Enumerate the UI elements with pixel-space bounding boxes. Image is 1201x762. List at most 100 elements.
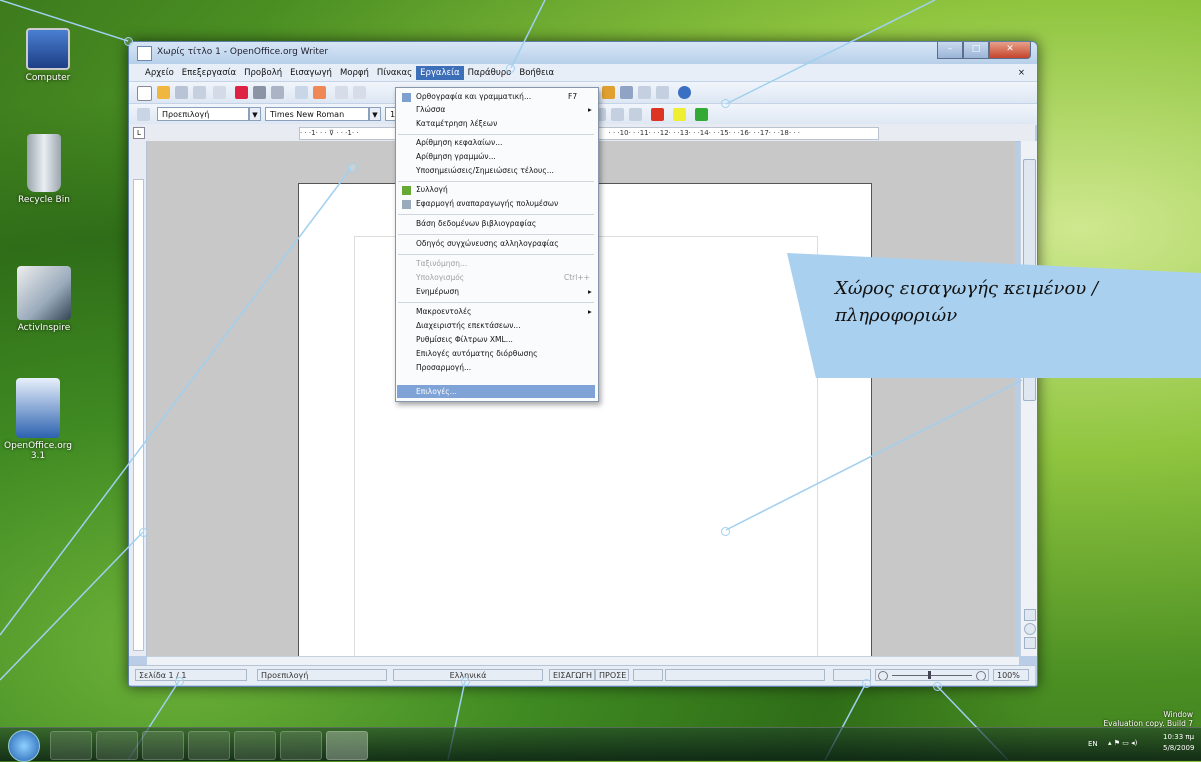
zoom-slider[interactable] (875, 669, 989, 681)
menu-insert[interactable]: Εισαγωγή (286, 66, 336, 80)
zoom-out-icon[interactable] (878, 671, 888, 680)
menu-table[interactable]: Πίνακας (373, 66, 416, 80)
menu-edit[interactable]: Επεξεργασία (178, 66, 240, 80)
menu-item-media-player[interactable]: Εφαρμογή αναπαραγωγής πολυμέσων (416, 199, 558, 208)
desktop-icon-recycle-bin[interactable]: Recycle Bin (6, 134, 82, 205)
language-indicator[interactable]: EN (1088, 740, 1098, 748)
close-document-icon[interactable]: × (1014, 66, 1029, 80)
start-button[interactable] (8, 730, 40, 762)
decrease-indent-icon[interactable] (611, 108, 624, 121)
menu-format[interactable]: Μορφή (336, 66, 373, 80)
menu-item-line-numbering[interactable]: Αρίθμηση γραμμών... (416, 152, 496, 161)
save-icon[interactable] (175, 86, 188, 99)
nonprinting-chars-icon[interactable] (638, 86, 651, 99)
page-style[interactable]: Προεπιλογή (257, 669, 387, 681)
highlight-icon[interactable] (673, 108, 686, 121)
menu-item-macros[interactable]: Μακροεντολές (416, 307, 471, 316)
menu-item-update[interactable]: Ενημέρωση (416, 287, 459, 296)
network-icon[interactable] (188, 731, 230, 760)
pointer-dot (461, 677, 470, 686)
background-color-icon[interactable] (695, 108, 708, 121)
submenu-arrow-icon: ▸ (588, 307, 592, 316)
menu-item-outline-numbering[interactable]: Αρίθμηση κεφαλαίων... (416, 138, 502, 147)
minimize-button[interactable]: – (937, 42, 963, 59)
media-player-icon[interactable] (142, 731, 184, 760)
close-button[interactable]: ✕ (989, 42, 1031, 59)
navigator-icon[interactable] (620, 86, 633, 99)
export-pdf-icon[interactable] (235, 86, 248, 99)
menu-tools[interactable]: Εργαλεία (416, 65, 464, 80)
zoom-knob[interactable] (928, 671, 931, 679)
activinspire-icon[interactable] (234, 731, 276, 760)
edit-file-icon[interactable] (213, 86, 226, 99)
new-document-icon[interactable] (137, 86, 152, 101)
styles-formatting-icon[interactable] (137, 108, 150, 121)
tools-menu: Ορθογραφία και γραμματική... F7 Γλώσσα ▸… (395, 87, 599, 402)
selection-mode[interactable]: ΠΡΟΣΕ (595, 669, 629, 681)
email-icon[interactable] (193, 86, 206, 99)
pointer-dot (175, 677, 184, 686)
navigation-icon[interactable] (1024, 623, 1036, 635)
menu-file[interactable]: Αρχείο (141, 66, 178, 80)
tab-type-icon[interactable]: L (133, 127, 145, 139)
menu-bar: Αρχείο Επεξεργασία Προβολή Εισαγωγή Μορφ… (129, 64, 1037, 82)
help-icon[interactable] (678, 86, 691, 99)
desktop-icon-activinspire[interactable]: ActivInspire (6, 266, 82, 333)
menu-item-autocorrect[interactable]: Επιλογές αυτόματης διόρθωσης (416, 349, 538, 358)
chevron-down-icon[interactable]: ▼ (369, 107, 381, 121)
zoom-track (892, 675, 972, 676)
menu-item-bibliography[interactable]: Βάση δεδομένων βιβλιογραφίας (416, 219, 536, 228)
vertical-ruler[interactable] (129, 141, 147, 656)
clock-time[interactable]: 10:33 πμ (1163, 733, 1194, 741)
increase-indent-icon[interactable] (629, 108, 642, 121)
openoffice-icon (16, 378, 60, 438)
submenu-arrow-icon: ▸ (588, 105, 592, 114)
menu-item-language[interactable]: Γλώσσα (416, 105, 445, 114)
menu-item-spellcheck[interactable]: Ορθογραφία και γραμματική... (416, 92, 531, 101)
next-page-icon[interactable] (1024, 637, 1036, 649)
openoffice-icon[interactable] (280, 731, 322, 760)
menu-help[interactable]: Βοήθεια (515, 66, 558, 80)
explorer-folder-icon[interactable] (96, 731, 138, 760)
previous-page-icon[interactable] (1024, 609, 1036, 621)
desktop-icon-openoffice[interactable]: OpenOffice.org 3.1 (0, 378, 76, 461)
maximize-button[interactable]: □ (963, 42, 989, 59)
title-bar[interactable]: Χωρίς τίτλο 1 - OpenOffice.org Writer – … (129, 42, 1037, 64)
menu-item-extension-manager[interactable]: Διαχειριστής επεκτάσεων... (416, 321, 521, 330)
copy-icon[interactable] (353, 86, 366, 99)
zoom-icon[interactable] (656, 86, 669, 99)
internet-explorer-icon[interactable] (50, 731, 92, 760)
gallery-icon[interactable] (602, 86, 615, 99)
menu-item-calculate: Υπολογισμός (416, 273, 465, 282)
spellcheck-icon[interactable] (295, 86, 308, 99)
zoom-percent[interactable]: 100% (993, 669, 1029, 681)
font-color-icon[interactable] (651, 108, 664, 121)
menu-item-mail-merge[interactable]: Οδηγός συγχώνευσης αλληλογραφίας (416, 239, 559, 248)
shortcut-label: Ctrl++ (564, 273, 590, 282)
cut-icon[interactable] (335, 86, 348, 99)
pointer-dot (124, 37, 133, 46)
page-count[interactable]: Σελίδα 1 / 1 (135, 669, 247, 681)
menu-item-gallery[interactable]: Συλλογή (416, 185, 448, 194)
open-folder-icon[interactable] (157, 86, 170, 99)
autospellcheck-icon[interactable] (313, 86, 326, 99)
pointer-dot (139, 528, 148, 537)
clock-date[interactable]: 5/8/2009 (1163, 744, 1194, 752)
vertical-scrollbar[interactable] (1020, 141, 1037, 656)
print-preview-icon[interactable] (271, 86, 284, 99)
menu-view[interactable]: Προβολή (240, 66, 286, 80)
tray-icons[interactable]: ▴ ⚑ ▭ ◂) (1108, 739, 1137, 747)
menu-item-word-count[interactable]: Καταμέτρηση λέξεων (416, 119, 497, 128)
writer-task-icon[interactable] (326, 731, 368, 760)
font-name-select[interactable]: Times New Roman (265, 107, 369, 121)
desktop-icon-computer[interactable]: Computer (10, 28, 86, 83)
print-icon[interactable] (253, 86, 266, 99)
paragraph-style-select[interactable]: Προεπιλογή (157, 107, 249, 121)
chevron-down-icon[interactable]: ▼ (249, 107, 261, 121)
zoom-in-icon[interactable] (976, 671, 986, 680)
insert-mode[interactable]: ΕΙΣΑΓΩΓΗ (549, 669, 595, 681)
menu-item-customize[interactable]: Προσαρμογή... (416, 363, 471, 372)
menu-item-xml-filters[interactable]: Ρυθμίσεις Φίλτρων XML... (416, 335, 513, 344)
menu-item-footnotes[interactable]: Υποσημειώσεις/Σημειώσεις τέλους... (416, 166, 554, 175)
menu-item-options[interactable]: Επιλογές... (416, 387, 457, 396)
